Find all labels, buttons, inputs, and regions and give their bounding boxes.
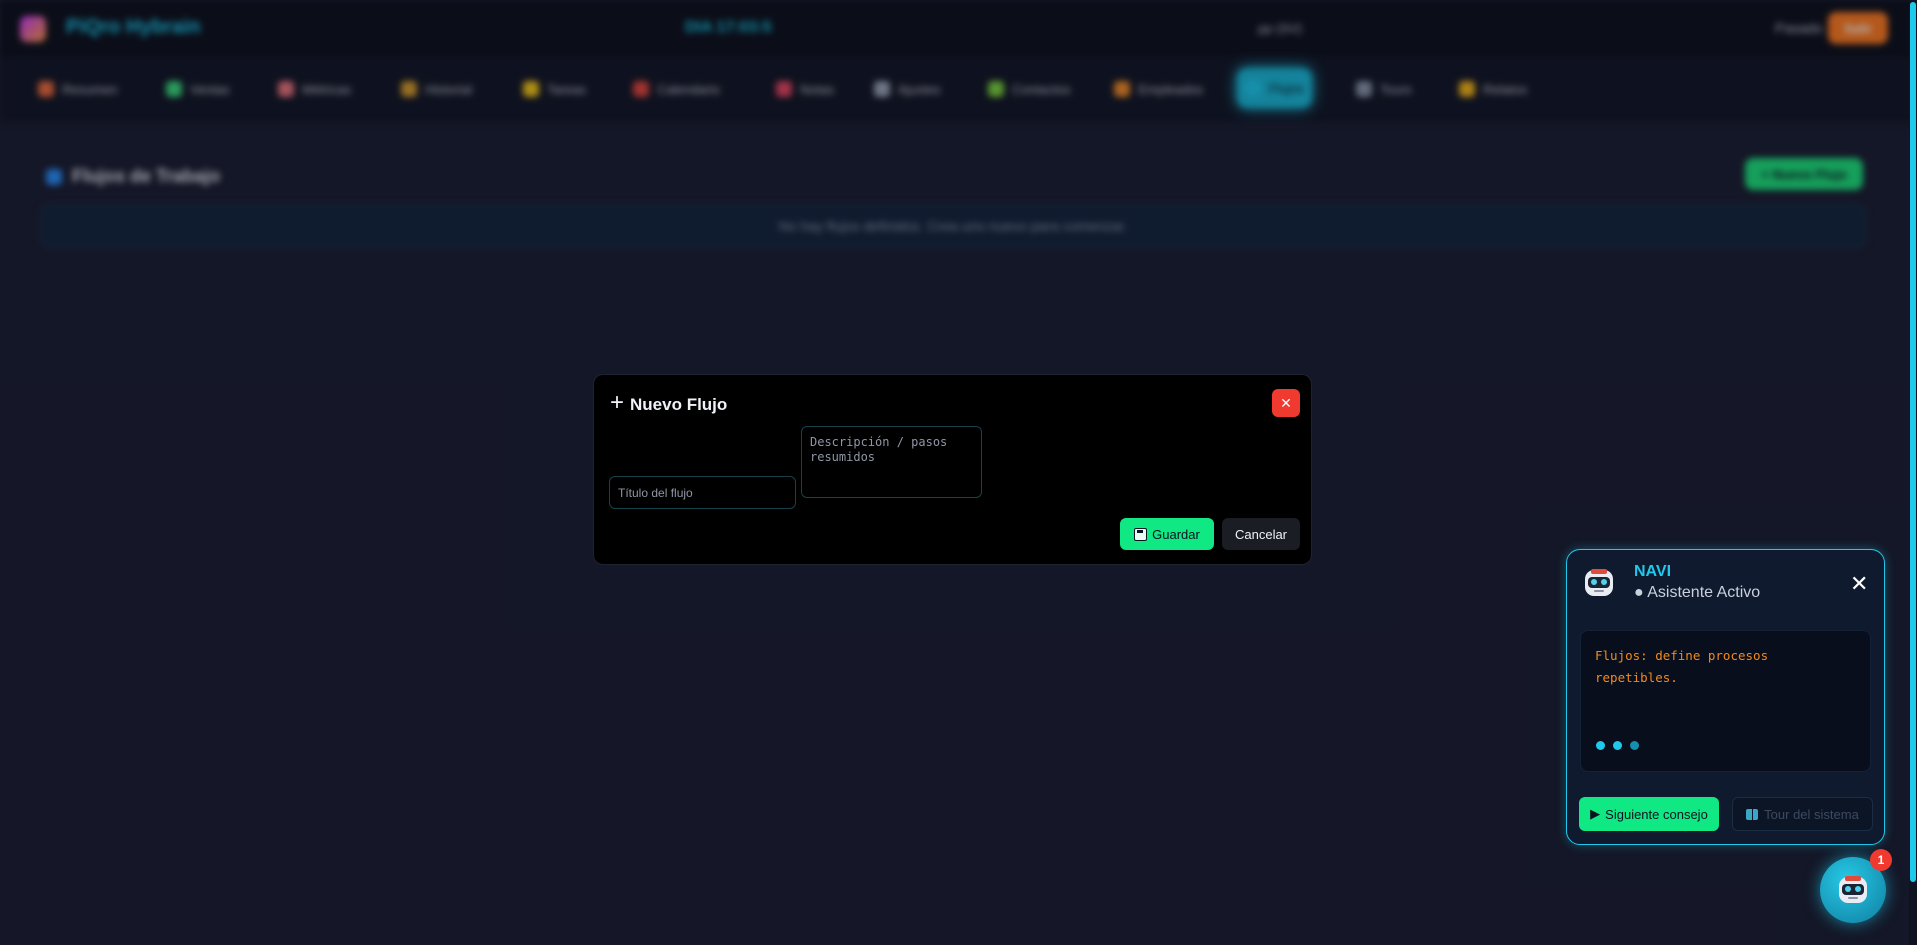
next-tip-label: Siguiente consejo [1605, 806, 1708, 822]
cancel-button[interactable]: Cancelar [1222, 518, 1300, 550]
system-tour-button[interactable]: Tour del sistema [1732, 797, 1873, 831]
typing-dot [1613, 741, 1622, 750]
typing-dot [1596, 741, 1605, 750]
close-assistant-button[interactable]: ✕ [1850, 573, 1868, 595]
book-icon [1746, 808, 1759, 820]
save-button[interactable]: Guardar [1120, 518, 1214, 550]
modal-header: + Nuevo Flujo [610, 389, 728, 416]
next-tip-button[interactable]: ▶ Siguiente consejo [1579, 797, 1719, 831]
navi-assistant-panel: NAVI ● Asistente Activo ✕ Flujos: define… [1566, 549, 1885, 845]
scrollbar-thumb[interactable] [1910, 2, 1916, 882]
flow-title-input[interactable] [609, 476, 796, 509]
flow-description-input[interactable] [801, 426, 982, 498]
robot-icon [1839, 876, 1867, 903]
typing-indicator [1596, 741, 1639, 750]
play-icon: ▶ [1590, 806, 1601, 821]
assistant-status: ● Asistente Activo [1634, 584, 1761, 601]
typing-dot [1630, 741, 1639, 750]
system-tour-label: Tour del sistema [1764, 806, 1859, 822]
notification-badge: 1 [1870, 849, 1892, 871]
assistant-tip-text: Flujos: define procesos repetibles. [1595, 648, 1769, 685]
save-button-label: Guardar [1152, 526, 1200, 542]
assistant-name: NAVI [1634, 563, 1672, 580]
assistant-message-box: Flujos: define procesos repetibles. [1580, 630, 1871, 772]
floppy-disk-icon [1134, 527, 1148, 541]
new-flow-modal: + Nuevo Flujo ✕ Guardar Cancelar [593, 374, 1312, 565]
robot-icon [1585, 569, 1613, 596]
plus-icon: + [610, 389, 625, 416]
modal-title: Nuevo Flujo [630, 394, 728, 414]
close-modal-button[interactable]: ✕ [1272, 389, 1300, 417]
